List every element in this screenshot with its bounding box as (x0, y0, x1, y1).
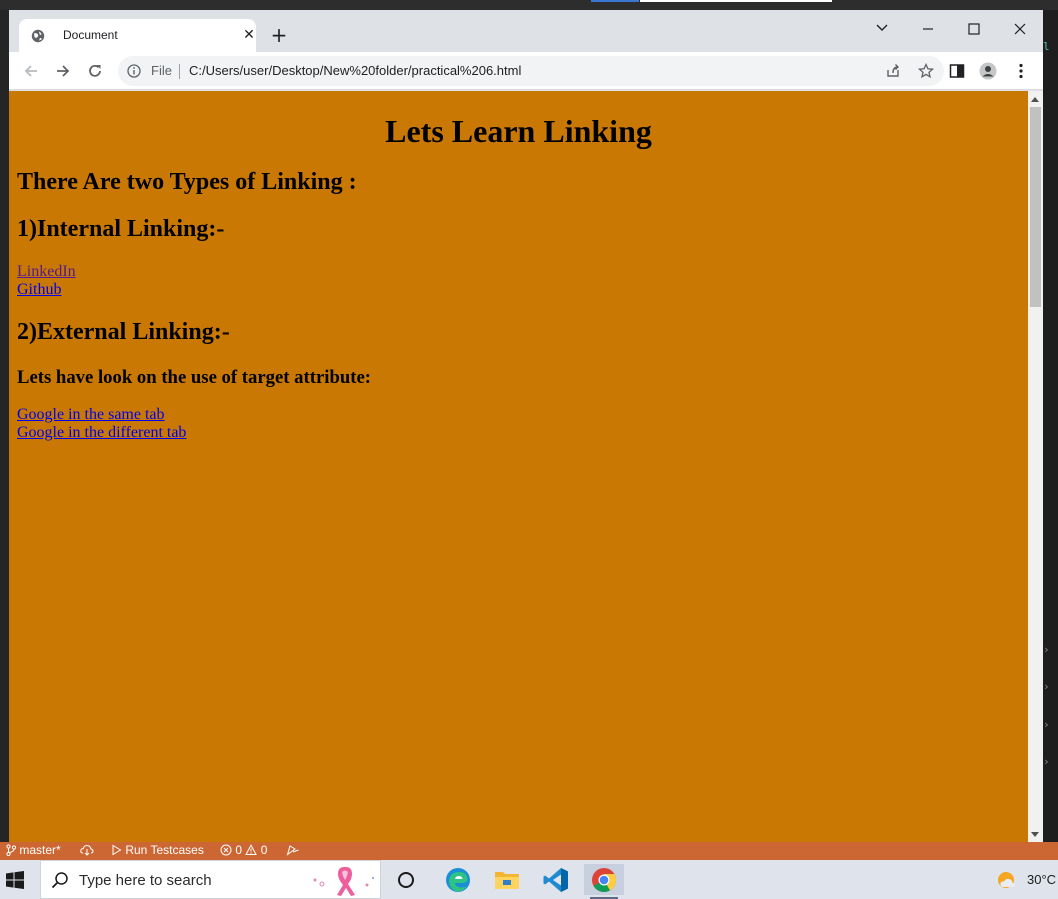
warning-icon (245, 844, 258, 855)
page-viewport: Lets Learn Linking There Are two Types o… (9, 91, 1028, 842)
git-branch-icon (6, 844, 17, 857)
scroll-down-arrow[interactable] (1031, 832, 1039, 837)
types-heading: There Are two Types of Linking : (17, 169, 357, 195)
reload-button[interactable] (84, 60, 106, 82)
awareness-ribbon-icon (313, 867, 375, 896)
problems-status[interactable]: 0 0 (220, 843, 267, 857)
editor-status-bar: master* Run Testcases 0 0 (0, 842, 1058, 860)
minimize-icon (923, 28, 933, 30)
bookmark-star-icon[interactable] (918, 63, 934, 79)
live-share-icon (286, 845, 299, 856)
search-icon (51, 872, 68, 889)
address-url[interactable]: C:/Users/user/Desktop/New%20folder/pract… (189, 63, 521, 78)
globe-icon (31, 29, 45, 43)
editor-minimap-edge: l › › › › (1043, 10, 1058, 842)
run-testcases-button[interactable]: Run Testcases (111, 843, 204, 857)
editor-edge-glyph: › (1043, 718, 1050, 731)
back-button[interactable] (20, 60, 42, 82)
error-icon (220, 844, 232, 856)
taskbar-edge[interactable] (438, 864, 478, 895)
edge-icon (446, 868, 470, 892)
chevron-down-icon (876, 24, 888, 31)
maximize-icon (968, 23, 980, 35)
external-linking-heading: 2)External Linking:- (17, 319, 230, 345)
taskbar-vscode[interactable] (536, 864, 576, 895)
windows-logo-icon (6, 871, 24, 889)
start-button[interactable] (0, 860, 36, 899)
tab-title: Document (63, 28, 118, 42)
folder-icon (495, 872, 519, 889)
sync-button[interactable] (80, 843, 94, 857)
search-placeholder: Type here to search (79, 872, 212, 889)
task-view-button[interactable] (386, 864, 426, 895)
close-icon (1014, 23, 1026, 35)
tab-strip: Document ✕ + (9, 10, 1043, 52)
run-testcases-label: Run Testcases (125, 843, 204, 857)
address-bar[interactable]: File C:/Users/user/Desktop/New%20folder/… (118, 56, 944, 86)
share-icon[interactable] (885, 63, 901, 79)
internal-linking-heading: 1)Internal Linking:- (17, 216, 225, 242)
editor-edge-glyph: l (1043, 40, 1050, 53)
browser-window: Document ✕ + File C:/Users/user/Desktop/… (9, 10, 1043, 842)
minimize-button[interactable] (915, 16, 941, 40)
editor-edge-glyph: › (1043, 755, 1050, 768)
error-count: 0 (235, 843, 243, 857)
taskbar-chrome[interactable] (584, 864, 624, 899)
task-view-icon (398, 872, 414, 888)
taskbar-file-explorer[interactable] (487, 864, 527, 895)
profile-avatar-icon[interactable] (979, 62, 997, 80)
new-tab-button[interactable]: + (270, 25, 288, 45)
address-divider (179, 64, 180, 79)
page-title: Lets Learn Linking (385, 113, 652, 149)
address-scheme-label: File (151, 63, 172, 78)
editor-activity-bar (0, 10, 9, 842)
side-panel-icon[interactable] (948, 62, 966, 80)
target-attribute-heading: Lets have look on the use of target attr… (17, 367, 371, 388)
close-tab-icon[interactable]: ✕ (241, 27, 257, 43)
temperature-label: 30°C (1027, 872, 1057, 887)
scrollbar-thumb[interactable] (1030, 107, 1041, 307)
forward-button[interactable] (52, 60, 74, 82)
arrow-right-icon (57, 65, 70, 77)
linkedin-link[interactable]: LinkedIn (17, 263, 76, 281)
windows-taskbar: Type here to search 30°C (0, 860, 1058, 899)
arrow-left-icon (24, 65, 37, 77)
editor-active-tab-indicator (591, 0, 639, 2)
github-link[interactable]: Github (17, 281, 61, 299)
page-scrollbar[interactable] (1028, 91, 1043, 842)
google-different-tab-link[interactable]: Google in the different tab (17, 424, 186, 442)
branch-status[interactable]: master* (6, 843, 61, 857)
editor-edge-glyph: › (1043, 680, 1050, 693)
branch-name: master* (19, 843, 61, 857)
reload-icon (89, 64, 101, 77)
chrome-icon (592, 868, 617, 893)
menu-kebab-icon[interactable] (1012, 62, 1030, 80)
weather-sun-icon[interactable] (996, 870, 1018, 890)
maximize-button[interactable] (961, 16, 987, 40)
info-icon[interactable] (127, 64, 141, 78)
editor-edge-glyph: › (1043, 643, 1050, 656)
editor-title-strip (0, 0, 1058, 10)
taskbar-search-box[interactable]: Type here to search (40, 860, 381, 899)
live-share-button[interactable] (286, 843, 300, 857)
google-same-tab-link[interactable]: Google in the same tab (17, 406, 165, 424)
scroll-up-arrow[interactable] (1031, 97, 1039, 102)
tab-document[interactable]: Document ✕ (19, 19, 256, 52)
warning-count: 0 (260, 843, 268, 857)
play-icon (112, 844, 122, 856)
browser-toolbar: File C:/Users/user/Desktop/New%20folder/… (9, 52, 1043, 90)
close-window-button[interactable] (1007, 16, 1033, 40)
editor-tab-highlight (640, 0, 832, 2)
sync-cloud-icon (80, 844, 94, 856)
tab-search-button[interactable] (869, 16, 895, 40)
vscode-icon (543, 868, 568, 892)
